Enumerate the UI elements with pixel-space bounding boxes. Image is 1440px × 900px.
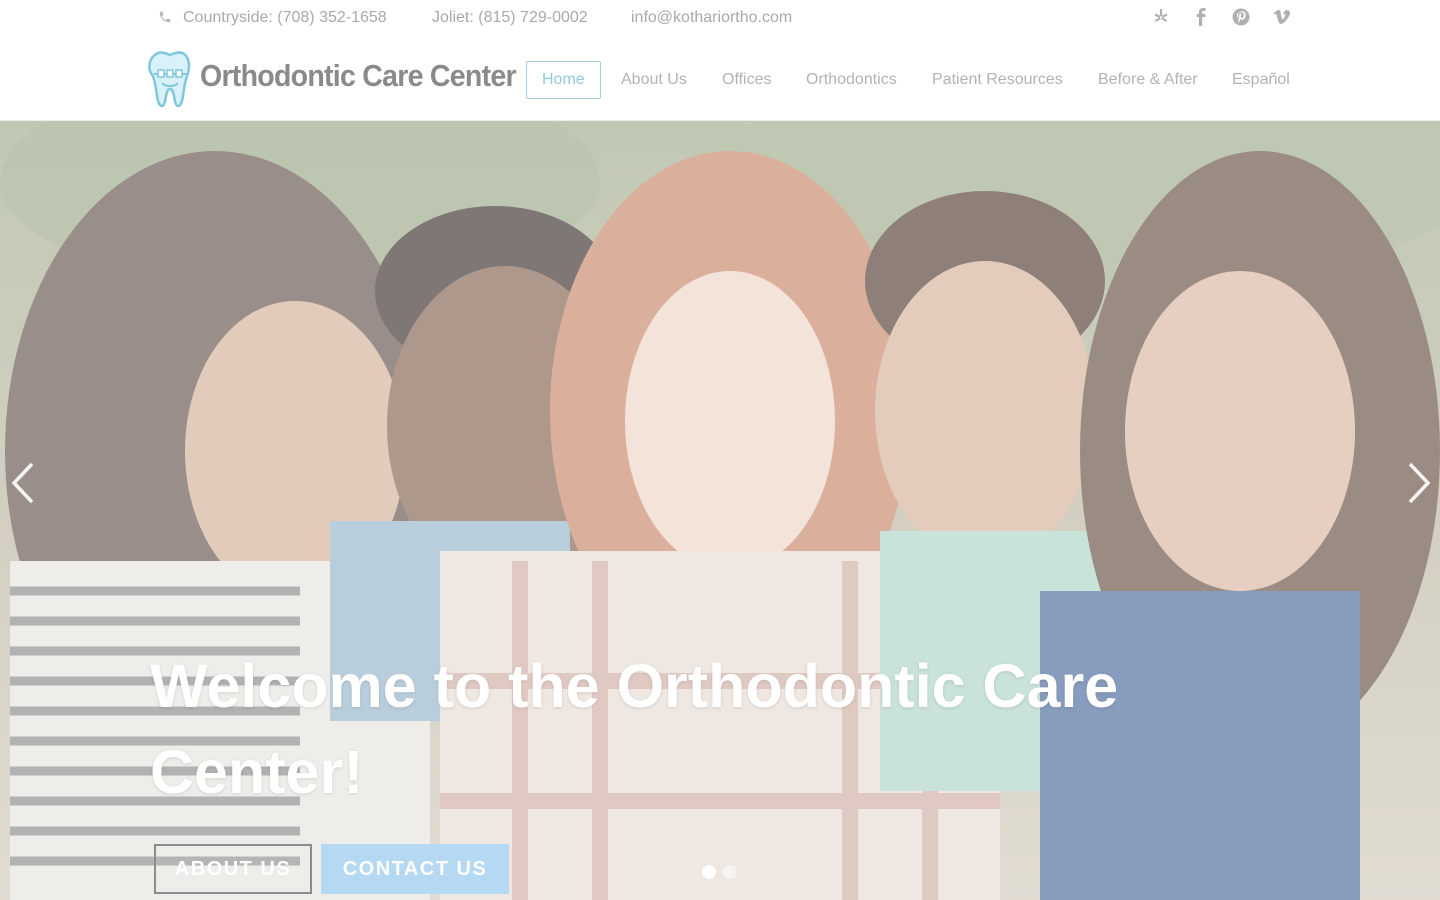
nav-patient-resources[interactable]: Patient Resources <box>916 61 1079 99</box>
logo-text: Orthodontic Care Center <box>200 58 517 93</box>
nav-before-after[interactable]: Before & After <box>1082 61 1214 99</box>
hero-slider: Welcome to the Orthodontic Care Center! … <box>0 121 1440 900</box>
yelp-icon[interactable] <box>1150 6 1172 28</box>
facebook-icon[interactable] <box>1190 6 1212 28</box>
nav-espanol[interactable]: Español <box>1216 61 1306 99</box>
joliet-phone-link[interactable]: Joliet: (815) 729-0002 <box>432 9 588 27</box>
vimeo-icon[interactable] <box>1271 6 1293 28</box>
email-link[interactable]: info@kothariortho.com <box>631 9 792 27</box>
hero-title: Welcome to the Orthodontic Care Center! <box>150 652 1119 806</box>
nav-orthodontics[interactable]: Orthodontics <box>790 61 913 99</box>
slide-indicator-2[interactable] <box>723 865 737 879</box>
slide-indicator-1[interactable] <box>702 865 716 879</box>
contact-us-button[interactable]: CONTACT US <box>321 844 509 894</box>
top-contact-bar: Countryside: (708) 352-1658 Joliet: (815… <box>0 0 1440 36</box>
prev-slide-arrow-icon[interactable] <box>4 458 44 508</box>
about-us-button[interactable]: ABOUT US <box>154 844 312 894</box>
tooth-logo-icon <box>148 51 191 108</box>
countryside-phone-link[interactable]: Countryside: (708) 352-1658 <box>183 9 387 27</box>
nav-home[interactable]: Home <box>526 61 601 99</box>
next-slide-arrow-icon[interactable] <box>1398 458 1438 508</box>
phone-icon <box>159 11 171 23</box>
site-logo[interactable]: Orthodontic Care Center <box>146 50 517 108</box>
site-header: Orthodontic Care Center Home About Us Of… <box>0 36 1440 121</box>
nav-about-us[interactable]: About Us <box>605 61 703 99</box>
pinterest-icon[interactable] <box>1230 6 1252 28</box>
nav-offices[interactable]: Offices <box>706 61 788 99</box>
